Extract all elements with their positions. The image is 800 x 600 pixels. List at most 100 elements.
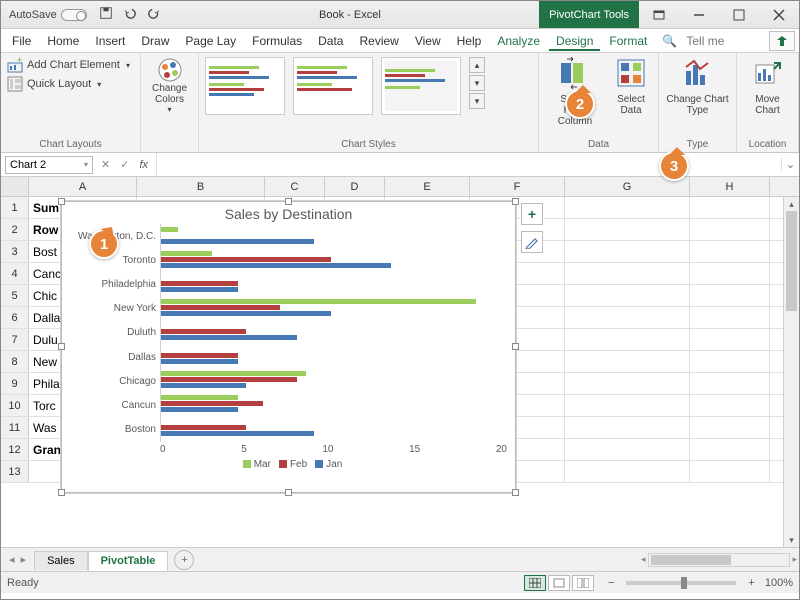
cell[interactable] [690, 197, 770, 218]
tab-analyze[interactable]: Analyze [490, 31, 547, 51]
column-header[interactable]: B [137, 177, 265, 196]
bar[interactable] [161, 371, 306, 376]
bar[interactable] [161, 377, 297, 382]
cell[interactable] [565, 197, 690, 218]
name-box[interactable]: Chart 2▾ [5, 156, 93, 174]
chart-plot-area[interactable] [160, 224, 507, 442]
share-button[interactable] [769, 31, 795, 51]
tab-design[interactable]: Design [549, 31, 600, 51]
expand-formula-bar-icon[interactable]: ⌄ [781, 158, 799, 171]
sheet-tab-sales[interactable]: Sales [34, 551, 88, 570]
bar[interactable] [161, 407, 238, 412]
column-header[interactable]: A [29, 177, 137, 196]
cell[interactable] [690, 219, 770, 240]
move-chart-button[interactable]: Move Chart [743, 57, 792, 116]
cell[interactable] [565, 219, 690, 240]
column-header[interactable]: E [385, 177, 470, 196]
quick-layout-button[interactable]: Quick Layout▾ [7, 76, 134, 92]
cell[interactable] [690, 263, 770, 284]
column-header[interactable]: C [265, 177, 325, 196]
chart-style-thumb[interactable] [205, 57, 285, 115]
bar[interactable] [161, 227, 178, 232]
tab-file[interactable]: File [5, 31, 38, 51]
chart-styles-button[interactable] [521, 231, 543, 253]
change-colors-button[interactable]: Change Colors ▾ [141, 53, 199, 152]
tab-draw[interactable]: Draw [134, 31, 176, 51]
bar[interactable] [161, 359, 238, 364]
tab-format[interactable]: Format [602, 31, 654, 51]
row-header[interactable]: 4 [1, 263, 29, 284]
cell[interactable] [565, 417, 690, 438]
tab-page-layout[interactable]: Page Lay [178, 31, 243, 51]
tab-data[interactable]: Data [311, 31, 350, 51]
row-header[interactable]: 8 [1, 351, 29, 372]
style-gallery-more[interactable]: ▴ ▾ ▾ [469, 57, 485, 109]
column-header[interactable]: F [470, 177, 565, 196]
cell[interactable] [690, 373, 770, 394]
close-icon[interactable] [759, 1, 799, 29]
redo-icon[interactable] [147, 6, 161, 23]
cell[interactable] [565, 351, 690, 372]
cancel-icon[interactable]: ✕ [101, 158, 110, 171]
legend-entry[interactable]: Mar [254, 459, 271, 470]
bar[interactable] [161, 383, 246, 388]
change-chart-type-button[interactable]: Change Chart Type [665, 57, 730, 116]
row-header[interactable]: 9 [1, 373, 29, 394]
cell[interactable] [690, 439, 770, 460]
bar[interactable] [161, 281, 238, 286]
ribbon-options-icon[interactable] [639, 1, 679, 29]
cell[interactable] [565, 373, 690, 394]
cell[interactable] [690, 285, 770, 306]
row-header[interactable]: 13 [1, 461, 29, 482]
cell[interactable] [565, 263, 690, 284]
horizontal-scrollbar[interactable]: ◂ ▸ [639, 548, 799, 571]
bar[interactable] [161, 305, 280, 310]
row-header[interactable]: 10 [1, 395, 29, 416]
cell[interactable] [690, 329, 770, 350]
cell[interactable] [565, 307, 690, 328]
add-sheet-button[interactable]: + [174, 550, 194, 570]
maximize-icon[interactable] [719, 1, 759, 29]
bar[interactable] [161, 251, 212, 256]
cell[interactable] [690, 307, 770, 328]
cell[interactable] [565, 241, 690, 262]
column-header[interactable]: D [325, 177, 385, 196]
bar[interactable] [161, 311, 331, 316]
chart-style-thumb[interactable] [381, 57, 461, 115]
bar[interactable] [161, 395, 238, 400]
bar[interactable] [161, 257, 331, 262]
cell[interactable] [565, 439, 690, 460]
autosave-toggle[interactable]: AutoSave [9, 9, 87, 21]
add-chart-element-button[interactable]: + Add Chart Element▾ [7, 57, 134, 73]
toggle-switch[interactable] [61, 9, 87, 21]
sheet-nav[interactable]: ◂▸ [1, 553, 34, 566]
tell-me[interactable]: Tell me [679, 31, 731, 51]
tab-help[interactable]: Help [450, 31, 489, 51]
vertical-scrollbar[interactable]: ▴ ▾ [783, 197, 799, 547]
fx-label[interactable]: fx [139, 159, 148, 171]
minimize-icon[interactable] [679, 1, 719, 29]
legend-entry[interactable]: Jan [326, 459, 342, 470]
bar[interactable] [161, 239, 314, 244]
save-icon[interactable] [99, 6, 113, 23]
zoom-slider[interactable] [626, 581, 736, 585]
bar[interactable] [161, 425, 246, 430]
cell[interactable] [690, 395, 770, 416]
bar[interactable] [161, 299, 476, 304]
tab-formulas[interactable]: Formulas [245, 31, 309, 51]
cell[interactable] [565, 461, 690, 482]
column-header[interactable]: H [690, 177, 770, 196]
cell[interactable] [690, 241, 770, 262]
select-data-button[interactable]: Select Data [606, 57, 656, 116]
row-header[interactable]: 11 [1, 417, 29, 438]
bar[interactable] [161, 353, 238, 358]
zoom-level[interactable]: 100% [765, 577, 793, 589]
row-header[interactable]: 6 [1, 307, 29, 328]
row-header[interactable]: 3 [1, 241, 29, 262]
cell[interactable] [565, 329, 690, 350]
tab-view[interactable]: View [408, 31, 448, 51]
zoom-in-button[interactable]: + [744, 577, 758, 589]
cell[interactable] [690, 461, 770, 482]
row-header[interactable]: 1 [1, 197, 29, 218]
normal-view-icon[interactable] [524, 575, 546, 591]
